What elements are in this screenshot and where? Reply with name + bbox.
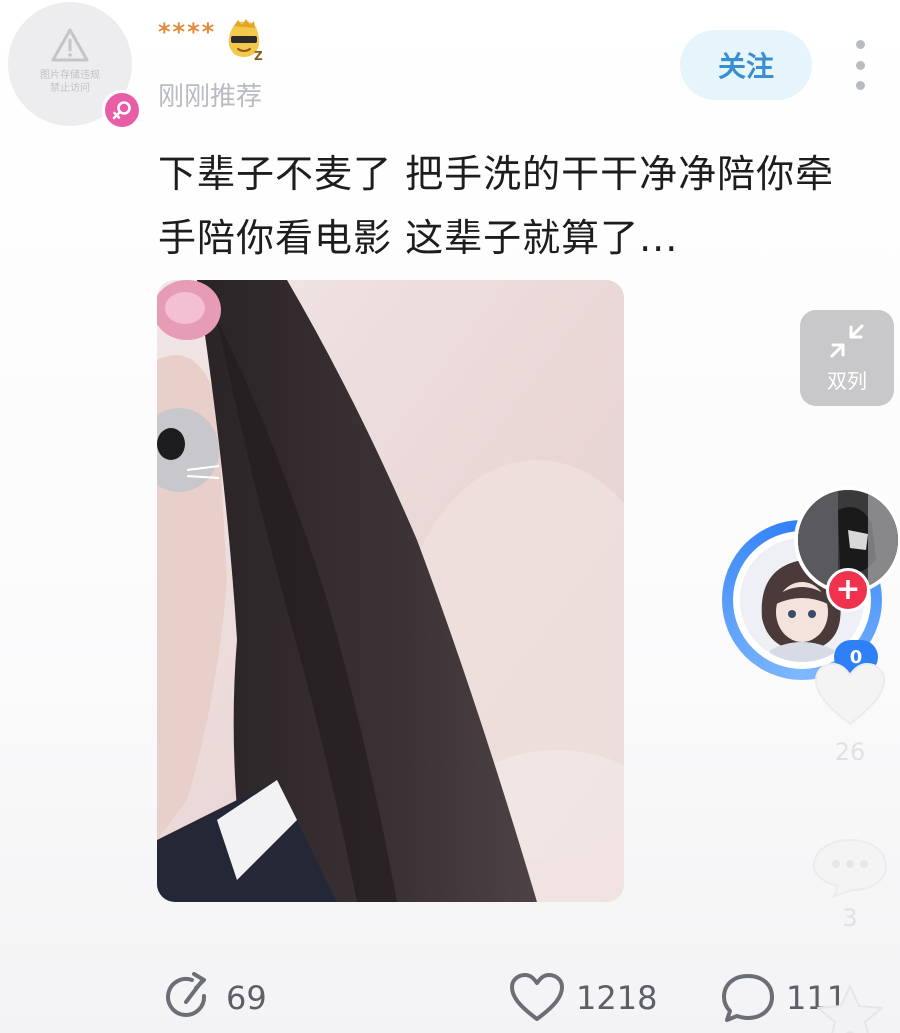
dual-column-label: 双列 [827,368,867,393]
collapse-arrows-icon [830,324,864,357]
comment-icon [722,974,774,1022]
post-detail-screen: 图片存储违规 禁止访问 **** Z 刚刚推荐 关注 下辈子不麦了 把手洗的干干… [0,0,900,1033]
rail-like-count: 26 [834,738,866,766]
share-button[interactable]: 69 [160,968,267,1028]
post-text: 下辈子不麦了 把手洗的干干净净陪你牵手陪你看电影 这辈子就算了... [158,152,835,260]
selfie-photo [157,280,624,902]
post-time: 刚刚推荐 [158,82,263,112]
action-bar: 69 1218 111 [0,960,900,1033]
share-icon [166,972,207,1017]
star-icon[interactable] [810,982,890,1033]
follow-button[interactable]: 关注 [680,30,812,100]
warning-icon [51,28,89,62]
comment-bubble-icon[interactable] [810,836,890,898]
more-dot [855,40,865,49]
add-friend-button[interactable]: + [826,568,870,612]
heart-outline-icon [510,973,564,1021]
female-icon [102,90,142,130]
more-dot [855,60,865,70]
heart-icon[interactable] [812,660,888,730]
svg-text:Z: Z [254,49,263,63]
rail-comment-count: 3 [842,904,858,932]
like-count: 1218 [576,979,658,1017]
dual-column-button[interactable]: 双列 [800,310,894,406]
like-button[interactable]: 1218 [508,968,657,1028]
vip-sunglasses-badge-icon: Z [228,19,263,63]
author-name[interactable]: **** [158,18,216,46]
avatar-violation-notice: 图片存储违规 禁止访问 [40,70,100,94]
post-image[interactable] [157,280,624,902]
author-avatar-container[interactable]: 图片存储违规 禁止访问 [8,2,142,130]
more-dot [855,81,865,90]
more-vertical-icon[interactable] [848,40,872,90]
share-count: 69 [226,979,267,1017]
